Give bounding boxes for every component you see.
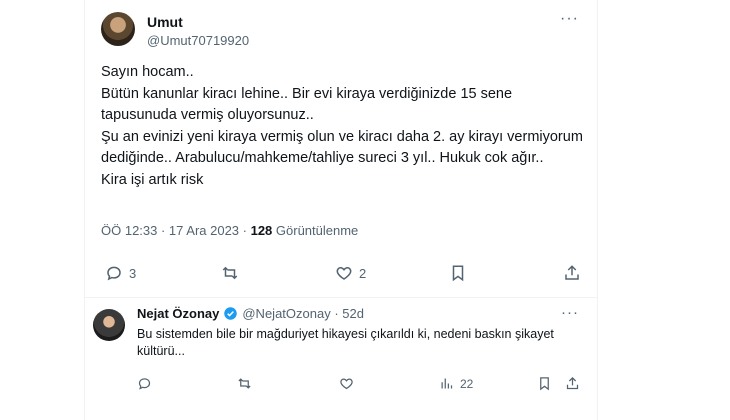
reply-reply-button[interactable] [137,376,158,391]
reply-share-button[interactable] [565,376,580,391]
reply-text: Bu sistemden bile bir mağduriyet hikayes… [137,327,554,358]
reply-actions: 22 [85,376,597,396]
heart-icon [336,266,352,280]
reply-button[interactable]: 3 [105,264,136,282]
retweet-button[interactable] [221,264,245,282]
author-name[interactable]: Umut [147,14,183,30]
timestamp[interactable]: ÖÖ 12:33 · 17 Ara 2023 · [101,223,251,238]
views-count: 128 [250,223,273,238]
more-options-button[interactable]: ··· [560,10,579,28]
heart-icon [340,378,353,390]
author-handle[interactable]: @Umut70719920 [147,33,249,48]
reply-author-handle[interactable]: @NejatOzonay · 52d [242,306,364,321]
reply-icon [138,378,151,390]
like-button[interactable]: 2 [335,264,366,282]
tweet-text: Sayın hocam.. Bütün kanunlar kiracı lehi… [101,64,583,188]
analytics-icon [441,378,453,389]
reply-author-name[interactable]: Nejat Özonay [137,306,219,321]
reply-tweet: Nejat Özonay @NejatOzonay · 52d ··· Bu s… [85,298,597,420]
timeline-frame: Umut @Umut70719920 ··· Sayın hocam.. Büt… [84,0,598,420]
tweet-actions: 3 2 [85,264,597,288]
reply-retweet-button[interactable] [237,376,258,391]
avatar[interactable] [101,12,135,46]
share-button[interactable] [563,264,581,282]
like-count: 2 [359,265,367,281]
views-label: Görüntülenme [272,223,359,238]
retweet-icon [238,378,251,389]
reply-header: Nejat Özonay @NejatOzonay · 52d [137,306,364,321]
reply-like-button[interactable] [339,376,360,391]
reply-views-count: 22 [460,376,474,391]
main-tweet: Umut @Umut70719920 ··· Sayın hocam.. Büt… [85,0,597,298]
retweet-icon [222,266,238,280]
reply-more-options-button[interactable]: ··· [561,304,579,321]
reply-count: 3 [129,265,137,281]
reply-bookmark-button[interactable] [537,376,552,391]
reply-avatar[interactable] [93,309,125,341]
bookmark-icon [540,377,549,391]
verified-badge-icon [224,307,238,320]
reply-icon [107,266,121,281]
bookmark-icon [452,265,464,282]
reply-views-button[interactable]: 22 [439,376,473,391]
share-icon [566,376,579,390]
bookmark-button[interactable] [449,264,467,282]
share-icon [565,265,579,280]
tweet-meta: ÖÖ 12:33 · 17 Ara 2023 · 128 Görüntülenm… [101,223,358,238]
